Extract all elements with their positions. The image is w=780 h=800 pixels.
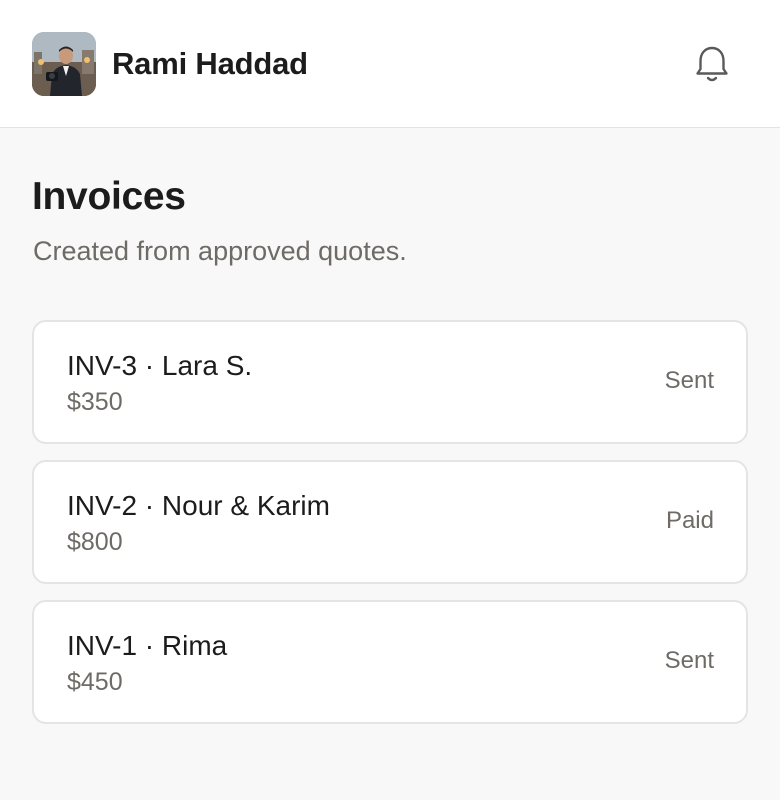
avatar[interactable] (32, 32, 96, 96)
invoice-amount: $450 (67, 668, 123, 696)
avatar-photo-icon (32, 32, 96, 96)
invoice-amount: $350 (67, 388, 123, 416)
invoice-title: INV-3 · Lara S. (67, 350, 253, 381)
invoice-list: INV-3 · Lara S. $350 Sent INV-2 · Nour &… (32, 320, 748, 740)
invoice-title: INV-2 · Nour & Karim (67, 490, 330, 521)
invoice-amount: $800 (67, 528, 123, 556)
app-header: Rami Haddad (0, 0, 780, 128)
status-badge: Sent (664, 367, 714, 394)
invoice-title: INV-1 · Rima (67, 630, 228, 661)
user-name: Rami Haddad (112, 46, 308, 81)
notifications-button[interactable] (690, 42, 734, 86)
invoice-card[interactable]: INV-3 · Lara S. $350 Sent (32, 320, 748, 444)
status-badge: Sent (664, 647, 714, 674)
invoice-card[interactable]: INV-1 · Rima $450 Sent (32, 600, 748, 724)
bell-icon (696, 46, 728, 82)
status-badge: Paid (665, 507, 714, 534)
main-content: Invoices Created from approved quotes. I… (0, 128, 780, 800)
page-subtitle: Created from approved quotes. (33, 236, 407, 266)
page-title: Invoices (32, 175, 186, 218)
invoice-card[interactable]: INV-2 · Nour & Karim $800 Paid (32, 460, 748, 584)
